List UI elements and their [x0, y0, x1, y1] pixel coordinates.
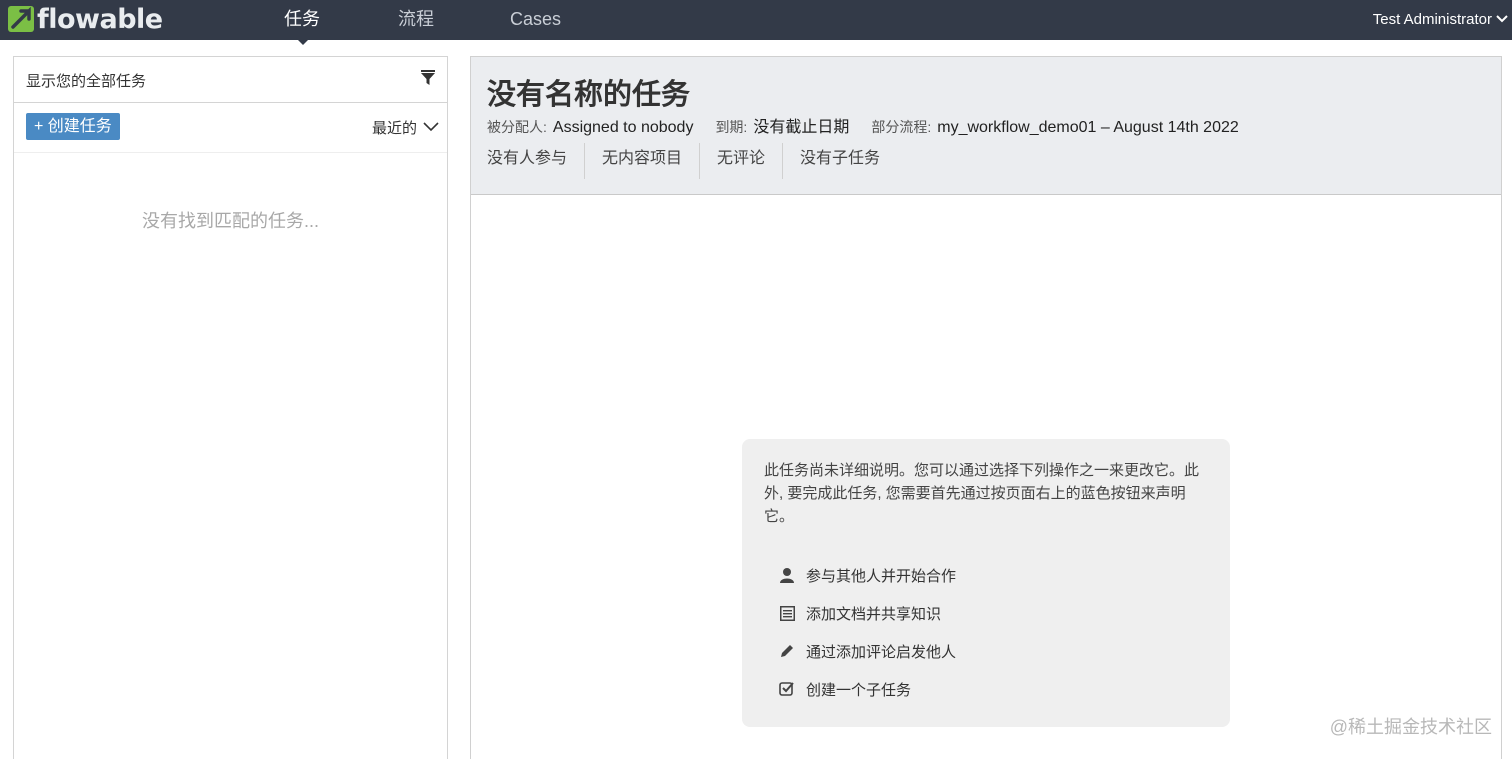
nav-tab-cases[interactable]: Cases [510, 0, 561, 40]
user-menu[interactable]: Test Administrator [1373, 0, 1508, 40]
help-action-comment[interactable]: 通过添加评论启发他人 [778, 632, 956, 670]
help-action-label: 参与其他人并开始合作 [806, 567, 957, 585]
task-title[interactable]: 没有名称的任务 [487, 71, 690, 113]
task-list-panel: 显示您的全部任务 + 创建任务 最近的 没有找到匹配的任务... [13, 56, 448, 759]
nav-tab-tasks[interactable]: 任务 [284, 0, 320, 40]
user-name: Test Administrator [1372, 11, 1492, 28]
create-task-button[interactable]: + 创建任务 [26, 113, 120, 140]
task-meta: 被分配人: Assigned to nobody 到期: 没有截止日期 部分流程… [487, 113, 1261, 137]
assignee-value[interactable]: Assigned to nobody [553, 119, 694, 137]
document-icon [778, 604, 796, 622]
help-action-involve[interactable]: 参与其他人并开始合作 [778, 556, 956, 594]
chevron-down-icon [1496, 1, 1508, 39]
help-action-label: 添加文档并共享知识 [806, 605, 942, 623]
tab-content[interactable]: 无内容项目 [584, 143, 699, 179]
due-value[interactable]: 没有截止日期 [753, 113, 849, 137]
task-list-toolbar: + 创建任务 最近的 [14, 103, 447, 153]
watermark: @稀土掘金技术社区 [1329, 717, 1492, 737]
due-label: 到期: [715, 119, 748, 135]
task-detail-panel: 没有名称的任务 被分配人: Assigned to nobody 到期: 没有截… [470, 56, 1502, 759]
logo-mark-icon [8, 6, 34, 32]
help-action-subtask[interactable]: 创建一个子任务 [778, 670, 956, 708]
filter-icon[interactable] [421, 70, 435, 91]
help-action-document[interactable]: 添加文档并共享知识 [778, 594, 956, 632]
nav-tab-processes[interactable]: 流程 [398, 0, 434, 40]
sort-select[interactable]: 最近的 [372, 117, 439, 138]
process-label: 部分流程: [871, 119, 932, 135]
task-tabs: 没有人参与 无内容项目 无评论 没有子任务 [487, 143, 897, 179]
user-icon [778, 566, 796, 584]
help-action-list: 参与其他人并开始合作 添加文档并共享知识 通过添加评论启发他人 创建一个子任务 [778, 556, 956, 708]
task-help-box: 此任务尚未详细说明。您可以通过选择下列操作之一来更改它。此外, 要完成此任务, … [742, 439, 1230, 727]
tab-subtasks[interactable]: 没有子任务 [782, 143, 897, 179]
filter-label[interactable]: 显示您的全部任务 [26, 70, 146, 91]
sort-label: 最近的 [371, 120, 417, 137]
top-navbar: flowable 任务 流程 Cases Test Administrator [0, 0, 1512, 45]
tab-comments[interactable]: 无评论 [699, 143, 782, 179]
help-action-label: 创建一个子任务 [806, 681, 912, 699]
active-tab-caret [296, 38, 310, 45]
pencil-icon [778, 642, 796, 660]
filter-bar: 显示您的全部任务 [14, 57, 447, 103]
flowable-logo[interactable]: flowable [8, 3, 163, 35]
task-header: 没有名称的任务 被分配人: Assigned to nobody 到期: 没有截… [471, 57, 1501, 195]
help-action-label: 通过添加评论启发他人 [806, 643, 957, 661]
checkbox-icon [778, 680, 796, 698]
chevron-down-icon [423, 119, 439, 136]
empty-task-message: 没有找到匹配的任务... [141, 211, 319, 231]
process-value[interactable]: my_workflow_demo01 – August 14th 2022 [937, 119, 1239, 137]
logo-text: flowable [37, 3, 163, 35]
assignee-label: 被分配人: [487, 119, 547, 135]
help-text: 此任务尚未详细说明。您可以通过选择下列操作之一来更改它。此外, 要完成此任务, … [764, 462, 1200, 525]
tab-people[interactable]: 没有人参与 [487, 143, 584, 179]
